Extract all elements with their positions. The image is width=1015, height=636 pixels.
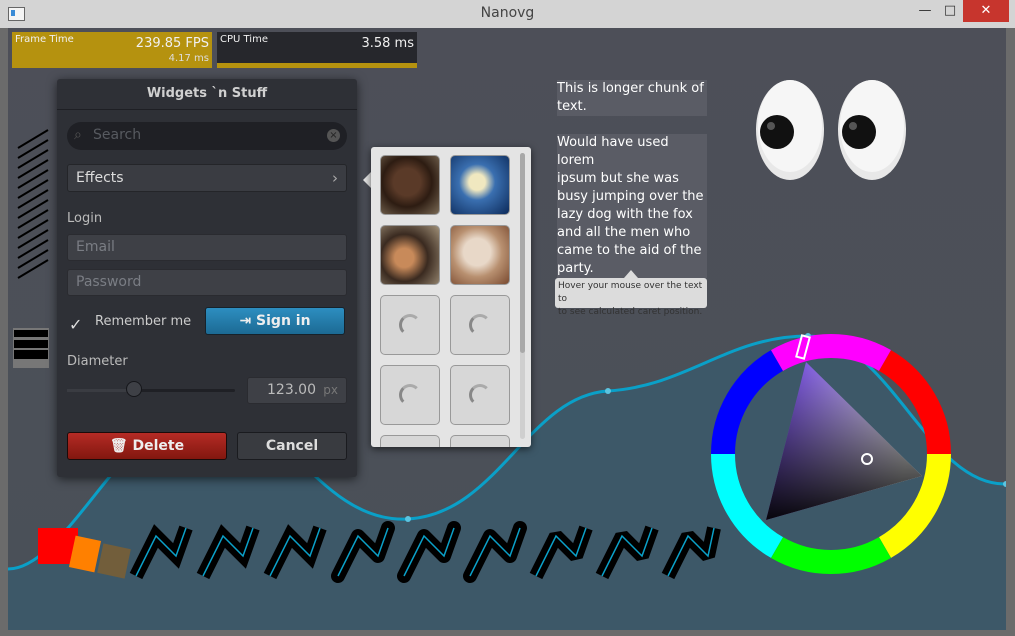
- scrollbar-thumb[interactable]: [520, 153, 525, 353]
- widgets-panel: Widgets `n Stuff ⌕ Search × Effects › Lo…: [57, 79, 357, 477]
- remember-label[interactable]: Remember me: [95, 314, 191, 329]
- frame-graph-sub: 4.17 ms: [168, 53, 209, 64]
- panel-title: Widgets `n Stuff: [57, 79, 357, 110]
- search-box[interactable]: ⌕ Search ×: [67, 122, 347, 150]
- cpu-graph-name: CPU Time: [220, 34, 268, 45]
- paragraph-line: came to the aid of the: [557, 242, 707, 260]
- sign-in-icon: ⇥: [239, 313, 252, 329]
- minimize-button[interactable]: —: [912, 0, 938, 22]
- dog-thumbnail[interactable]: [380, 155, 440, 215]
- diameter-input[interactable]: 123.00 px: [247, 377, 347, 404]
- paragraph-line: busy jumping over the: [557, 188, 707, 206]
- cancel-button[interactable]: Cancel: [237, 432, 347, 460]
- diameter-unit: px: [323, 383, 338, 397]
- search-icon: ⌕: [74, 127, 82, 143]
- search-input[interactable]: Search: [93, 127, 141, 143]
- loading-thumbnail[interactable]: [450, 365, 510, 425]
- widths-demo: [13, 328, 49, 368]
- close-button[interactable]: ✕: [963, 0, 1009, 22]
- window-title: Nanovg: [480, 5, 535, 21]
- graph-point: [405, 516, 411, 522]
- loading-thumbnail[interactable]: [450, 295, 510, 355]
- tooltip-arrow: [624, 270, 638, 278]
- trash-icon: 🗑: [109, 438, 128, 454]
- paragraph-line: Would have used lorem: [557, 134, 707, 170]
- tooltip-line-2: to see calculated caret position.: [558, 307, 703, 317]
- delete-label: Delete: [132, 438, 185, 454]
- loading-thumbnail[interactable]: [380, 365, 440, 425]
- diameter-value: 123.00: [267, 382, 316, 398]
- cpu-graph-value: 3.58 ms: [361, 36, 414, 51]
- paragraph-text: This is longer chunk of text. Would have …: [557, 80, 707, 278]
- cpu-time-graph: CPU Time 3.58 ms: [217, 32, 417, 68]
- chevron-right-icon: ›: [332, 169, 338, 187]
- paragraph-line: ipsum but she was: [557, 170, 707, 188]
- caret-tooltip: Hover your mouse over the text to to see…: [555, 278, 707, 317]
- frame-graph-name: Frame Time: [15, 34, 74, 45]
- sign-in-label: Sign in: [256, 313, 311, 329]
- email-placeholder: Email: [76, 239, 115, 255]
- slider-fill: [67, 389, 135, 392]
- maximize-button[interactable]: □: [937, 0, 963, 22]
- effects-dropdown[interactable]: Effects ›: [67, 164, 347, 192]
- delete-button[interactable]: 🗑 Delete: [67, 432, 227, 460]
- loading-spinner-icon: [469, 314, 491, 336]
- graph-point: [605, 388, 611, 394]
- loading-thumbnail[interactable]: [380, 295, 440, 355]
- frame-time-graph: Frame Time 239.85 FPS 4.17 ms: [12, 32, 212, 68]
- sign-in-button[interactable]: ⇥ Sign in: [205, 307, 345, 335]
- loading-spinner-icon: [399, 314, 421, 336]
- rodent-thumbnail[interactable]: [380, 225, 440, 285]
- slider-knob[interactable]: [126, 381, 143, 397]
- nanovg-canvas[interactable]: Frame Time 239.85 FPS 4.17 ms CPU Time 3…: [8, 28, 1006, 630]
- frame-graph-value: 239.85 FPS: [135, 36, 209, 51]
- paragraph-line: lazy dog with the fox: [557, 206, 707, 224]
- password-field[interactable]: Password: [67, 269, 347, 296]
- tooltip-line-1: Hover your mouse over the text to: [558, 281, 703, 304]
- loading-spinner-icon: [399, 384, 421, 406]
- paragraph-line: This is longer chunk of: [557, 80, 707, 98]
- diameter-slider[interactable]: [67, 389, 235, 392]
- title-bar: Nanovg — □ ✕: [0, 0, 1015, 28]
- effects-label: Effects: [76, 170, 124, 186]
- rabbit-thumbnail[interactable]: [450, 225, 510, 285]
- remember-checkbox[interactable]: ✓: [69, 315, 82, 334]
- login-label: Login: [67, 211, 103, 226]
- paragraph-line: and all the men who: [557, 224, 707, 242]
- email-field[interactable]: Email: [67, 234, 347, 261]
- loading-spinner-icon: [469, 384, 491, 406]
- cpu-graph-fill: [217, 63, 417, 68]
- thumbnails-popup[interactable]: [371, 147, 531, 447]
- diameter-label: Diameter: [67, 354, 128, 369]
- paragraph-line: [557, 116, 707, 134]
- password-placeholder: Password: [76, 274, 142, 290]
- paragraph-line: text.: [557, 98, 707, 116]
- loading-thumbnail[interactable]: [450, 435, 510, 447]
- clear-icon[interactable]: ×: [327, 129, 340, 142]
- jellyfish-thumbnail[interactable]: [450, 155, 510, 215]
- thumbnails-scrollbar[interactable]: [520, 153, 525, 439]
- loading-thumbnail[interactable]: [380, 435, 440, 447]
